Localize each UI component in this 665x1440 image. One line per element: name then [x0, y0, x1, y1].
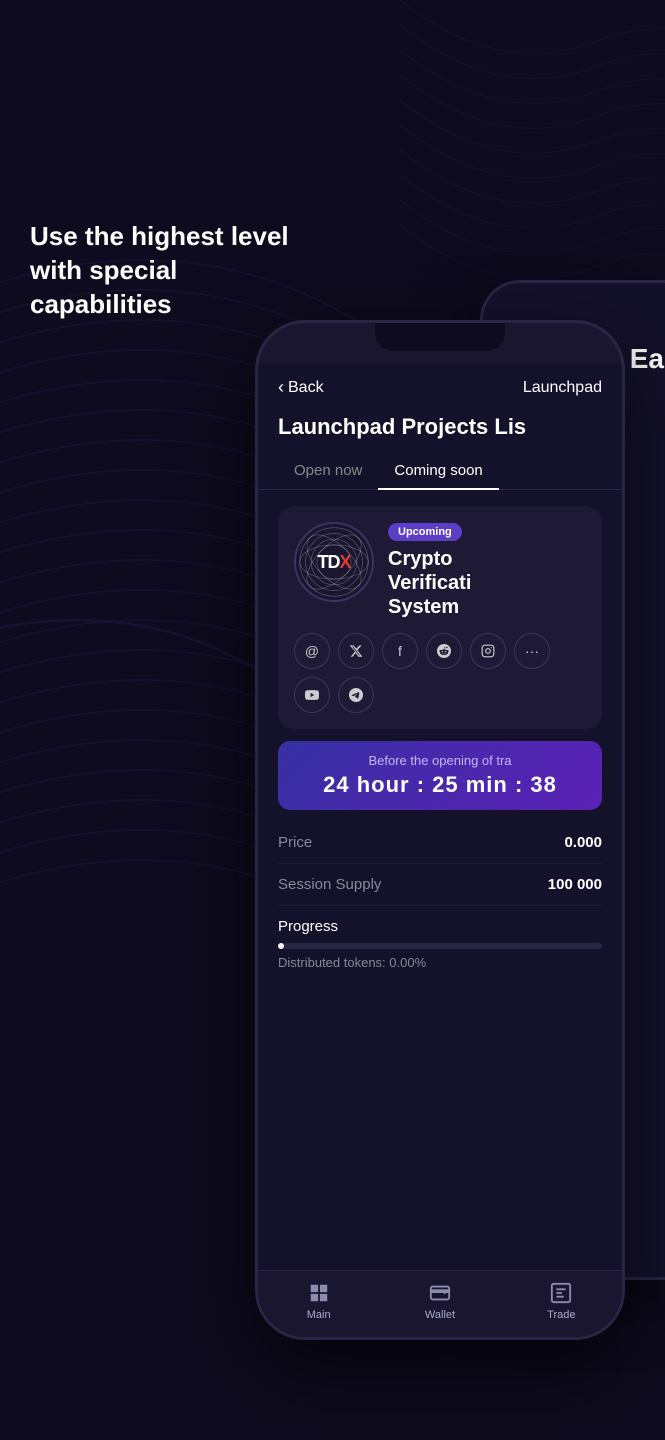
- bottom-navigation: Main Wallet: [258, 1270, 622, 1337]
- at-icon[interactable]: @: [294, 633, 330, 669]
- reddit-icon[interactable]: [426, 633, 462, 669]
- card-content: TDX Upcoming Crypto Verificati System: [258, 490, 622, 998]
- phone-screen: ‹ Back Launchpad Launchpad Projects Lis …: [258, 363, 622, 1337]
- project-logo: TDX: [294, 522, 374, 602]
- telegram-icon[interactable]: [338, 677, 374, 713]
- tab-coming-soon[interactable]: Coming soon: [378, 454, 498, 489]
- logo-text: TDX: [317, 552, 350, 573]
- back-label: Back: [288, 379, 324, 397]
- project-card: TDX Upcoming Crypto Verificati System: [278, 506, 602, 729]
- phone-frame: ‹ Back Launchpad Launchpad Projects Lis …: [255, 320, 625, 1340]
- main-nav-icon: [307, 1281, 331, 1305]
- logo-accent: X: [339, 552, 350, 572]
- progress-bar-fill: [278, 943, 284, 949]
- nav-trade[interactable]: Trade: [501, 1281, 622, 1321]
- price-value: 0.000: [564, 834, 602, 851]
- tabs-row: Open now Coming soon: [258, 454, 622, 490]
- timer-banner: Before the opening of tra 24 hour : 25 m…: [278, 741, 602, 810]
- project-name: Crypto Verificati System: [388, 547, 586, 619]
- trade-nav-label: Trade: [547, 1309, 575, 1321]
- progress-bar-background: [278, 943, 602, 949]
- session-supply-value: 100 000: [548, 876, 602, 893]
- wallet-nav-icon: [428, 1281, 452, 1305]
- main-nav-label: Main: [307, 1309, 331, 1321]
- session-supply-label: Session Supply: [278, 876, 381, 893]
- header-title: Launchpad: [523, 379, 602, 397]
- phone-mockup: ‹ Back Launchpad Launchpad Projects Lis …: [255, 320, 635, 1370]
- project-top: TDX Upcoming Crypto Verificati System: [294, 522, 586, 619]
- session-supply-row: Session Supply 100 000: [278, 864, 602, 906]
- price-row: Price 0.000: [278, 822, 602, 864]
- distributed-tokens-text: Distributed tokens: 0.00%: [278, 955, 602, 970]
- project-info: Upcoming Crypto Verificati System: [388, 522, 586, 619]
- timer-label: Before the opening of tra: [294, 753, 586, 768]
- more-icon[interactable]: ···: [514, 633, 550, 669]
- instagram-icon[interactable]: [470, 633, 506, 669]
- headline-text: Use the highest level with special capab…: [30, 220, 310, 321]
- back-chevron-icon: ‹: [278, 377, 284, 398]
- trade-nav-icon: [549, 1281, 573, 1305]
- tab-open-now[interactable]: Open now: [278, 454, 378, 489]
- upcoming-badge: Upcoming: [388, 523, 462, 541]
- wallet-nav-label: Wallet: [425, 1309, 455, 1321]
- twitter-icon[interactable]: [338, 633, 374, 669]
- screen-header: ‹ Back Launchpad: [258, 363, 622, 408]
- facebook-icon[interactable]: f: [382, 633, 418, 669]
- progress-title: Progress: [278, 918, 602, 935]
- social-icons-row: @ f: [294, 633, 586, 713]
- price-label: Price: [278, 834, 312, 851]
- back-button[interactable]: ‹ Back: [278, 377, 324, 398]
- nav-wallet[interactable]: Wallet: [379, 1281, 500, 1321]
- timer-value: 24 hour : 25 min : 38: [294, 772, 586, 798]
- progress-section: Progress Distributed tokens: 0.00%: [278, 906, 602, 982]
- phone-notch: [375, 323, 505, 351]
- page-title: Launchpad Projects Lis: [258, 408, 622, 454]
- youtube-icon[interactable]: [294, 677, 330, 713]
- nav-main[interactable]: Main: [258, 1281, 379, 1321]
